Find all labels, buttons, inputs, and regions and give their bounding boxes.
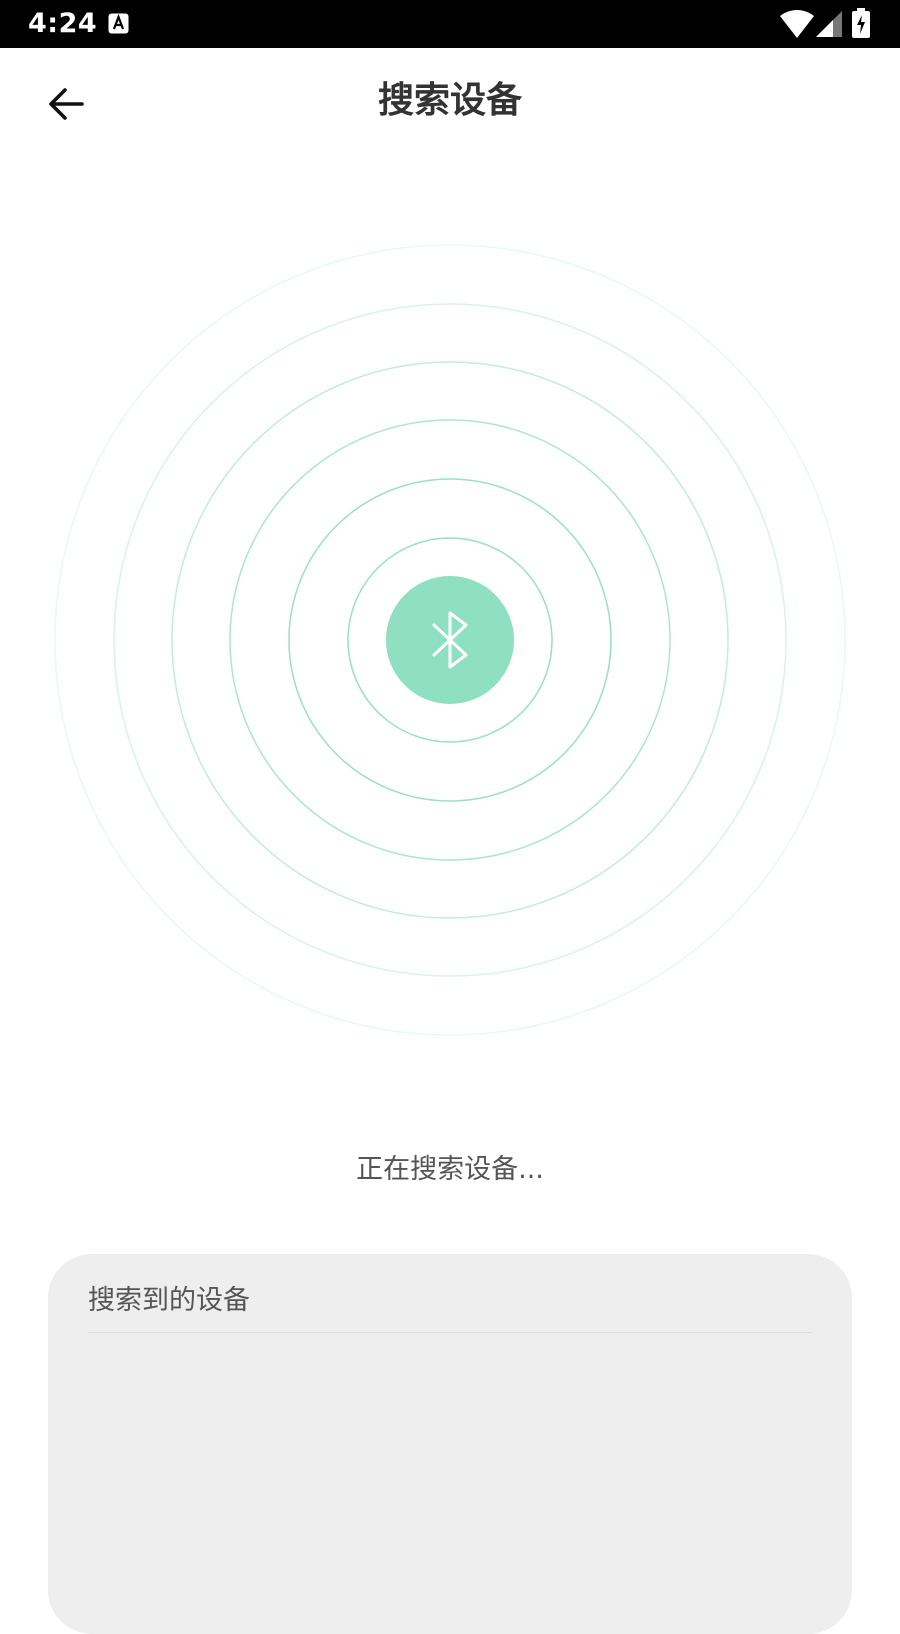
- bluetooth-radar: [54, 244, 846, 1036]
- cell-signal-icon: [816, 11, 842, 37]
- device-list[interactable]: [88, 1334, 812, 1634]
- status-time: 4:24: [28, 8, 98, 39]
- app-header: 搜索设备: [0, 48, 900, 160]
- wifi-icon: [780, 10, 814, 38]
- status-bar: 4:24: [0, 0, 900, 48]
- device-panel: 搜索到的设备: [48, 1254, 852, 1634]
- text-a-icon: [108, 13, 129, 34]
- device-panel-divider: [88, 1332, 812, 1333]
- search-status-text: 正在搜索设备...: [356, 1154, 544, 1185]
- device-panel-title: 搜索到的设备: [88, 1285, 250, 1316]
- battery-charging-icon: [852, 8, 870, 38]
- page-title: 搜索设备: [377, 80, 522, 121]
